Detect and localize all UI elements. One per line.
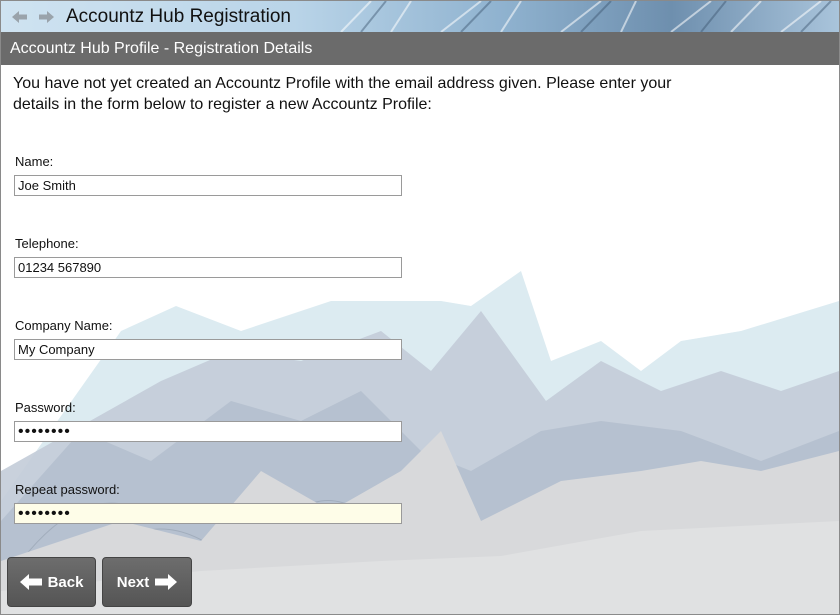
intro-text: You have not yet created an Accountz Pro…: [13, 75, 672, 113]
arrow-left-icon: [19, 574, 42, 590]
next-button[interactable]: Next: [102, 557, 192, 607]
back-button[interactable]: Back: [7, 557, 96, 607]
registration-window: Accountz Hub Registration Accountz Hub P…: [0, 0, 840, 615]
back-button-label: Back: [47, 573, 84, 591]
company-name-label: Company Name:: [15, 318, 113, 333]
window-title: Accountz Hub Registration: [66, 6, 291, 27]
telephone-input[interactable]: [14, 257, 402, 278]
name-input[interactable]: [14, 175, 402, 196]
repeat-password-label: Repeat password:: [15, 482, 120, 497]
name-label: Name:: [15, 154, 54, 169]
password-input[interactable]: [14, 421, 402, 442]
telephone-label: Telephone:: [15, 236, 79, 251]
next-button-label: Next: [116, 573, 150, 591]
arrow-left-icon[interactable]: [12, 10, 28, 24]
arrow-right-icon[interactable]: [38, 10, 54, 24]
repeat-password-input[interactable]: [14, 503, 402, 524]
arrow-right-icon: [155, 574, 178, 590]
title-bar-texture: [340, 1, 832, 32]
password-label: Password:: [15, 400, 76, 415]
section-title: Accountz Hub Profile - Registration Deta…: [10, 40, 313, 57]
title-bar: Accountz Hub Registration: [1, 1, 839, 32]
company-name-input[interactable]: [14, 339, 402, 360]
section-header: Accountz Hub Profile - Registration Deta…: [1, 32, 839, 65]
